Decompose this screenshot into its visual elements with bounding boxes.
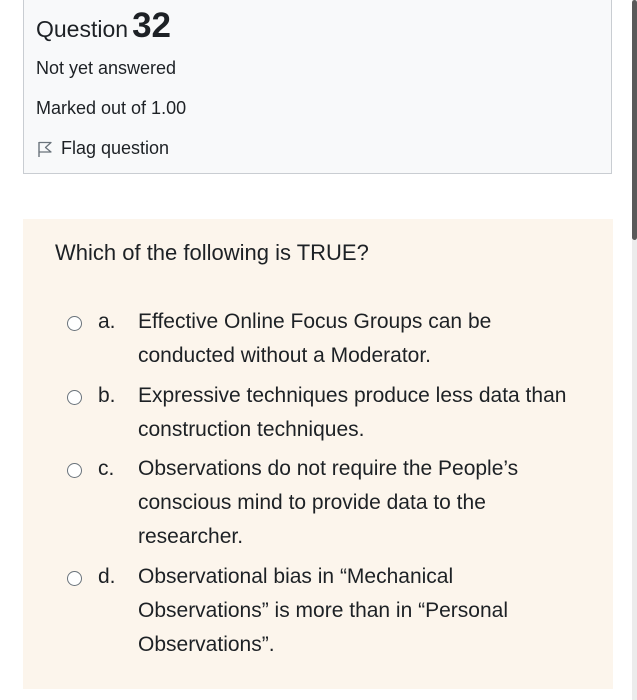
scrollbar-thumb[interactable] [632, 0, 637, 240]
radio-unchecked-icon[interactable] [67, 571, 82, 586]
quiz-page: Question 32 Not yet answered Marked out o… [0, 0, 637, 700]
flag-question-label: Flag question [61, 138, 170, 158]
question-state: Not yet answered [36, 58, 177, 78]
answer-letter: a. [98, 310, 116, 333]
answer-letter: c. [98, 457, 115, 480]
answer-letter: d. [98, 565, 116, 588]
radio-unchecked-icon[interactable] [67, 390, 82, 405]
question-label: Question [36, 16, 129, 42]
answer-label[interactable]: Observations do not require the People’s… [138, 452, 578, 554]
answer-letter: b. [98, 384, 116, 407]
answer-label[interactable]: Expressive techniques produce less data … [138, 379, 578, 447]
radio-unchecked-icon[interactable] [67, 463, 82, 478]
question-text: Which of the following is TRUE? [55, 240, 369, 265]
question-info-panel: Question 32 Not yet answered Marked out o… [23, 0, 612, 174]
question-heading: Question 32 [36, 6, 171, 46]
flag-icon [36, 140, 54, 158]
question-grade: Marked out of 1.00 [36, 98, 187, 118]
page-scrollbar[interactable] [632, 0, 637, 700]
radio-unchecked-icon[interactable] [67, 316, 82, 331]
answer-label[interactable]: Effective Online Focus Groups can be con… [138, 305, 578, 373]
question-number: 32 [132, 6, 171, 45]
answer-label[interactable]: Observational bias in “Mechanical Observ… [138, 560, 578, 662]
question-formulation: Which of the following is TRUE? a. Effec… [23, 219, 613, 689]
flag-question-button[interactable]: Flag question [36, 138, 169, 159]
